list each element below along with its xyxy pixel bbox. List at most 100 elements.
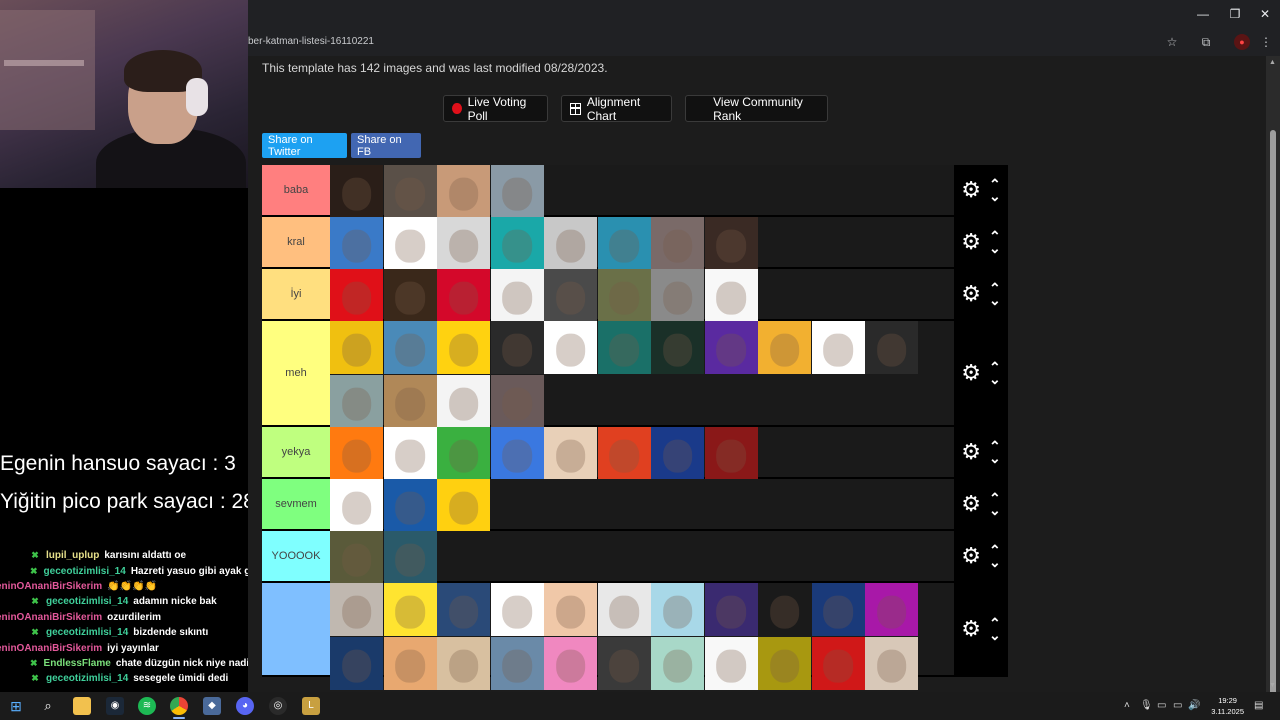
move-down-icon[interactable]: ⌄ <box>989 451 1001 465</box>
tier-image[interactable] <box>437 321 490 374</box>
move-down-icon[interactable]: ⌄ <box>989 372 1001 386</box>
microphone-icon[interactable]: 🎙 <box>1140 700 1153 711</box>
restore-icon[interactable]: ❐ <box>1226 6 1244 22</box>
tier-image[interactable] <box>704 217 758 270</box>
tier-image[interactable] <box>330 321 383 374</box>
tier-image[interactable] <box>544 636 597 690</box>
bookmark-star-icon[interactable]: ☆ <box>1164 34 1180 50</box>
tier-image[interactable] <box>490 583 544 636</box>
tier-label[interactable]: meh <box>262 321 330 425</box>
scrollbar-thumb[interactable] <box>1270 130 1276 720</box>
tier-image[interactable] <box>330 479 383 532</box>
obs-icon[interactable]: ◎ <box>269 697 287 715</box>
menu-dots-icon[interactable]: ⋮ <box>1258 34 1274 50</box>
tier-image[interactable] <box>597 427 651 480</box>
app-icon[interactable]: ◆ <box>203 697 221 715</box>
tier-label[interactable]: yekya <box>262 427 330 477</box>
extensions-icon[interactable]: ⧉ <box>1198 34 1214 50</box>
tray-overflow-icon[interactable]: ˄ <box>1124 700 1130 711</box>
tray-app-icon[interactable]: ▭ <box>1157 700 1166 711</box>
tier-image[interactable] <box>544 269 597 322</box>
tier-image[interactable] <box>758 583 811 636</box>
close-icon[interactable]: ✕ <box>1256 6 1274 22</box>
tier-image[interactable] <box>330 374 383 428</box>
tier-image[interactable] <box>811 583 865 636</box>
tier-label[interactable]: İyi <box>262 269 330 319</box>
tier-image[interactable] <box>597 321 651 374</box>
tier-image[interactable] <box>490 217 544 270</box>
tier-image[interactable] <box>330 165 383 218</box>
file-explorer-icon[interactable] <box>73 697 91 715</box>
tier-image[interactable] <box>490 374 544 428</box>
tier-image[interactable] <box>437 479 490 532</box>
notifications-icon[interactable]: ▤ <box>1254 700 1263 711</box>
tier-image[interactable] <box>651 427 704 480</box>
tier-image[interactable] <box>490 636 544 690</box>
tier-image[interactable] <box>704 636 758 690</box>
tier-image[interactable] <box>490 165 544 218</box>
tier-image[interactable] <box>651 636 704 690</box>
tier-image[interactable] <box>490 269 544 322</box>
share-twitter-button[interactable]: Share on Twitter <box>262 133 347 158</box>
share-fb-button[interactable]: Share on FB <box>351 133 421 158</box>
tier-image[interactable] <box>704 321 758 374</box>
gear-icon[interactable]: ⚙ <box>961 231 981 253</box>
tier-image[interactable] <box>437 269 490 322</box>
gear-icon[interactable]: ⚙ <box>961 362 981 384</box>
tier-image[interactable] <box>330 636 383 690</box>
tier-image[interactable] <box>383 374 437 428</box>
spotify-icon[interactable]: ≋ <box>138 697 156 715</box>
tier-image[interactable] <box>383 321 437 374</box>
tier-image[interactable] <box>758 321 811 374</box>
tier-image[interactable] <box>437 217 490 270</box>
move-down-icon[interactable]: ⌄ <box>989 555 1001 569</box>
move-down-icon[interactable]: ⌄ <box>989 628 1001 642</box>
gear-icon[interactable]: ⚙ <box>961 545 981 567</box>
tier-label[interactable]: YOOOOK <box>262 531 330 581</box>
tier-image[interactable] <box>651 217 704 270</box>
live-voting-button[interactable]: Live Voting Poll <box>443 95 548 123</box>
address-bar[interactable]: ber-katman-listesi-16110221 ☆ ⧉ ● ⋮ <box>248 30 1280 54</box>
tier-image[interactable] <box>544 583 597 636</box>
tier-image[interactable] <box>437 165 490 218</box>
tier-image[interactable] <box>383 636 437 690</box>
tier-image[interactable] <box>383 531 437 584</box>
tier-label[interactable]: sevmem <box>262 479 330 529</box>
tier-label[interactable] <box>262 583 330 675</box>
volume-icon[interactable]: 🔊 <box>1188 700 1200 711</box>
alignment-chart-button[interactable]: Alignment Chart <box>561 95 672 123</box>
tier-image[interactable] <box>704 427 758 480</box>
network-icon[interactable]: ▭ <box>1173 700 1182 711</box>
tier-image[interactable] <box>383 269 437 322</box>
page-scrollbar[interactable]: ▲ ▼ <box>1266 56 1280 720</box>
profile-avatar[interactable]: ● <box>1234 34 1250 50</box>
tier-image[interactable] <box>704 583 758 636</box>
tier-image[interactable] <box>330 583 383 636</box>
gear-icon[interactable]: ⚙ <box>961 618 981 640</box>
tier-image[interactable] <box>544 217 597 270</box>
tier-image[interactable] <box>865 636 918 690</box>
tier-image[interactable] <box>651 583 704 636</box>
tier-image[interactable] <box>437 427 490 480</box>
tier-image[interactable] <box>383 583 437 636</box>
gear-icon[interactable]: ⚙ <box>961 179 981 201</box>
tier-image[interactable] <box>544 321 597 374</box>
tier-image[interactable] <box>383 165 437 218</box>
tier-image[interactable] <box>383 217 437 270</box>
tier-image[interactable] <box>865 583 918 636</box>
tier-image[interactable] <box>704 269 758 322</box>
windows-start-icon[interactable]: ⊞ <box>7 697 25 715</box>
tier-image[interactable] <box>651 321 704 374</box>
gear-icon[interactable]: ⚙ <box>961 283 981 305</box>
system-clock[interactable]: 19:29 3.11.2025 <box>1211 695 1244 717</box>
gear-icon[interactable]: ⚙ <box>961 493 981 515</box>
discord-icon[interactable]: ◕ <box>236 697 254 715</box>
tier-image[interactable] <box>597 217 651 270</box>
community-rank-button[interactable]: View Community Rank <box>685 95 828 123</box>
move-down-icon[interactable]: ⌄ <box>989 293 1001 307</box>
tier-image[interactable] <box>811 321 865 374</box>
tier-image[interactable] <box>758 636 811 690</box>
tier-image[interactable] <box>597 269 651 322</box>
gear-icon[interactable]: ⚙ <box>961 441 981 463</box>
tier-image[interactable] <box>490 321 544 374</box>
